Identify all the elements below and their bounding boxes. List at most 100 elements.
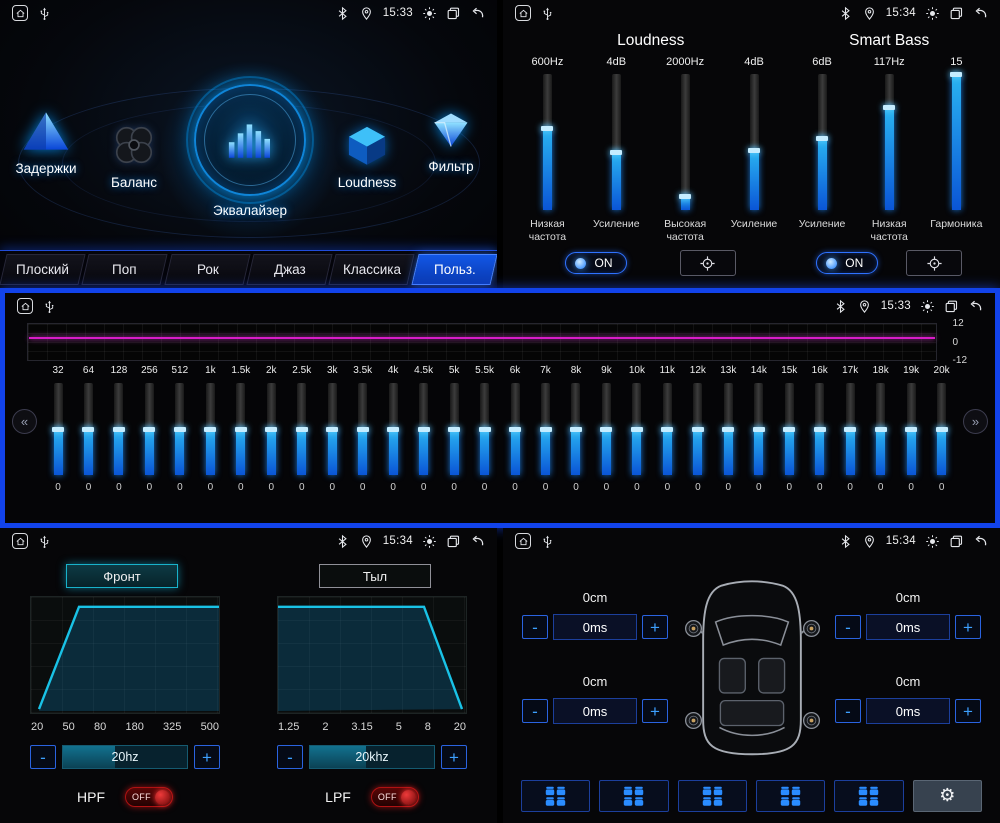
eq-band-slider[interactable] (114, 383, 123, 475)
vertical-slider[interactable] (750, 74, 759, 210)
tab-rear[interactable]: Тыл (319, 564, 431, 588)
eq-band-slider[interactable] (236, 383, 245, 475)
eq-band-slider[interactable] (907, 383, 916, 475)
recents-icon[interactable] (949, 6, 964, 21)
eq-band-slider[interactable] (846, 383, 855, 475)
loudness-reset-button[interactable] (680, 250, 736, 276)
eq-band-slider[interactable] (328, 383, 337, 475)
brightness-icon[interactable] (422, 6, 437, 21)
hpf-decrease-button[interactable]: - (30, 745, 56, 769)
lpf-frequency-slider[interactable]: 20khz (309, 745, 435, 769)
preset-custom[interactable]: Польз. (411, 254, 497, 285)
preset-pop[interactable]: Поп (82, 254, 168, 285)
decrease-button[interactable]: - (522, 699, 548, 723)
position-preset-1-button[interactable] (521, 780, 590, 812)
increase-button[interactable]: + (642, 615, 668, 639)
recents-icon[interactable] (446, 6, 461, 21)
decrease-button[interactable]: - (522, 615, 548, 639)
eq-band-slider[interactable] (693, 383, 702, 475)
delay-stepper: - 0ms + (522, 614, 668, 640)
brightness-icon[interactable] (925, 6, 940, 21)
eq-band-slider[interactable] (480, 383, 489, 475)
eq-band-slider[interactable] (632, 383, 641, 475)
preset-rock[interactable]: Рок (164, 254, 250, 285)
next-page-button[interactable]: » (963, 409, 988, 434)
vertical-slider[interactable] (818, 74, 827, 210)
menu-item-equalizer[interactable]: Эквалайзер (186, 84, 314, 218)
eq-band-slider[interactable] (175, 383, 184, 475)
decrease-button[interactable]: - (835, 699, 861, 723)
brightness-icon[interactable] (925, 534, 940, 549)
eq-band-slider[interactable] (815, 383, 824, 475)
eq-band-slider[interactable] (724, 383, 733, 475)
eq-band-slider[interactable] (663, 383, 672, 475)
back-icon[interactable] (968, 299, 983, 314)
brightness-icon[interactable] (920, 299, 935, 314)
home-icon[interactable] (12, 533, 28, 549)
vertical-slider[interactable] (543, 74, 552, 210)
eq-band-slider[interactable] (206, 383, 215, 475)
eq-band-slider[interactable] (876, 383, 885, 475)
smartbass-on-toggle[interactable]: ON (816, 252, 878, 274)
position-preset-3-button[interactable] (678, 780, 747, 812)
vertical-slider[interactable] (952, 74, 961, 210)
decrease-button[interactable]: - (835, 615, 861, 639)
eq-band-slider[interactable] (297, 383, 306, 475)
vertical-slider[interactable] (885, 74, 894, 210)
hpf-increase-button[interactable]: + (194, 745, 220, 769)
position-preset-5-button[interactable] (834, 780, 903, 812)
position-preset-2-button[interactable] (599, 780, 668, 812)
increase-button[interactable]: + (955, 699, 981, 723)
back-icon[interactable] (973, 534, 988, 549)
tab-front[interactable]: Фронт (66, 564, 178, 588)
lpf-increase-button[interactable]: + (441, 745, 467, 769)
back-icon[interactable] (470, 534, 485, 549)
eq-band-slider[interactable] (511, 383, 520, 475)
home-icon[interactable] (12, 5, 28, 21)
home-icon[interactable] (515, 5, 531, 21)
increase-button[interactable]: + (642, 699, 668, 723)
home-icon[interactable] (515, 533, 531, 549)
home-icon[interactable] (17, 298, 33, 314)
vertical-slider[interactable] (612, 74, 621, 210)
loudness-on-toggle[interactable]: ON (565, 252, 627, 274)
recents-icon[interactable] (446, 534, 461, 549)
eq-band-slider[interactable] (450, 383, 459, 475)
preset-jazz[interactable]: Джаз (246, 254, 332, 285)
eq-band-slider[interactable] (84, 383, 93, 475)
smartbass-reset-button[interactable] (906, 250, 962, 276)
recents-icon[interactable] (944, 299, 959, 314)
eq-band-slider[interactable] (358, 383, 367, 475)
brightness-icon[interactable] (422, 534, 437, 549)
menu-item-balance[interactable]: Баланс (92, 122, 176, 190)
eq-band-slider[interactable] (54, 383, 63, 475)
vertical-slider[interactable] (681, 74, 690, 210)
eq-band-slider[interactable] (571, 383, 580, 475)
eq-band-slider[interactable] (754, 383, 763, 475)
position-preset-4-button[interactable] (756, 780, 825, 812)
menu-item-delays[interactable]: Задержки (6, 108, 86, 176)
recents-icon[interactable] (949, 534, 964, 549)
eq-band-slider[interactable] (602, 383, 611, 475)
lpf-decrease-button[interactable]: - (277, 745, 303, 769)
eq-band-slider[interactable] (785, 383, 794, 475)
increase-button[interactable]: + (955, 615, 981, 639)
lpf-off-toggle[interactable]: OFF (371, 787, 419, 807)
back-icon[interactable] (470, 6, 485, 21)
hpf-off-toggle[interactable]: OFF (125, 787, 173, 807)
speaker-front-left-icon (683, 618, 704, 639)
eq-band-slider[interactable] (267, 383, 276, 475)
back-icon[interactable] (973, 6, 988, 21)
settings-button[interactable]: ⚙ (913, 780, 982, 812)
menu-item-filter[interactable]: Фильтр (410, 108, 492, 174)
eq-band-slider[interactable] (419, 383, 428, 475)
eq-band-slider[interactable] (145, 383, 154, 475)
preset-flat[interactable]: Плоский (0, 254, 86, 285)
hpf-frequency-slider[interactable]: 20hz (62, 745, 188, 769)
eq-band-slider[interactable] (389, 383, 398, 475)
preset-classic[interactable]: Классика (329, 254, 415, 285)
prev-page-button[interactable]: « (12, 409, 37, 434)
menu-item-loudness[interactable]: Loudness (324, 122, 410, 190)
eq-band-slider[interactable] (937, 383, 946, 475)
eq-band-slider[interactable] (541, 383, 550, 475)
